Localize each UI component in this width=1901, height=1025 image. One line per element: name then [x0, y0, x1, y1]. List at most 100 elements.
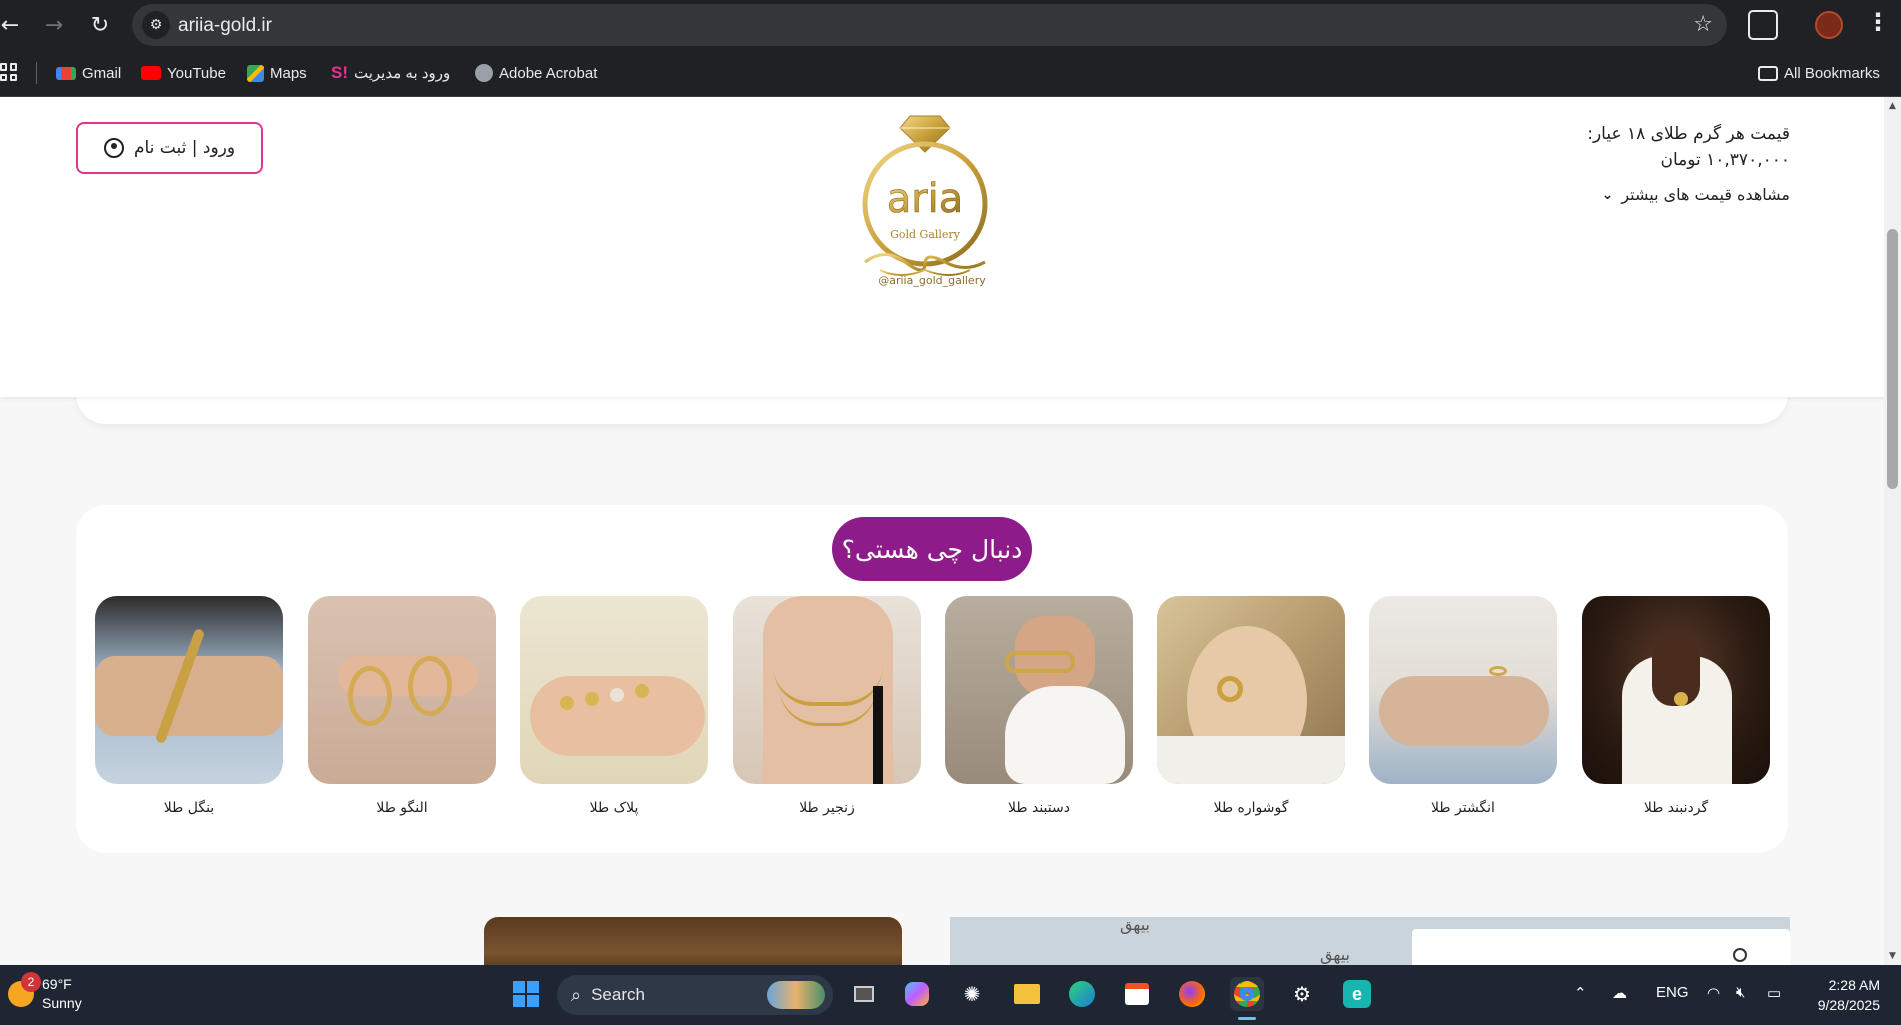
taskbar-search[interactable]: ⌕ Search: [557, 975, 833, 1015]
map-marker-icon[interactable]: [1733, 948, 1747, 962]
category-image[interactable]: [733, 596, 921, 784]
category-necklace[interactable]: گردنبند طلا: [1582, 596, 1770, 816]
site-info-icon[interactable]: ⚙: [142, 11, 170, 39]
store-map[interactable]: بیهق بیهق: [950, 917, 1790, 965]
category-label: بنگل طلا: [163, 800, 215, 816]
start-icon[interactable]: [509, 977, 543, 1011]
bookmarks-bar: Gmail YouTube Maps S! ورود به مدیریت Ado…: [0, 50, 1901, 97]
category-image[interactable]: [95, 596, 283, 784]
search-highlight-image: [767, 981, 825, 1009]
category-label: دستبند طلا: [1008, 800, 1070, 816]
category-ring[interactable]: انگشتر طلا: [1369, 596, 1557, 816]
browser-toolbar: ← → ↻ ⚙ ariia-gold.ir ☆ ⋮: [0, 0, 1901, 50]
clock-date: 9/28/2025: [1817, 997, 1880, 1013]
notification-badge: 2: [21, 972, 41, 992]
store-icon[interactable]: [1120, 977, 1154, 1011]
bookmark-maps[interactable]: Maps: [247, 62, 307, 84]
forward-icon[interactable]: →: [38, 9, 70, 41]
all-bookmarks-label: All Bookmarks: [1784, 64, 1880, 82]
wifi-icon[interactable]: ◠: [1707, 984, 1720, 1002]
bookmark-label: YouTube: [167, 64, 226, 82]
logo-handle: @ariia_gold_gallery: [878, 274, 986, 287]
category-image[interactable]: [1157, 596, 1345, 784]
edge-icon[interactable]: [1065, 977, 1099, 1011]
category-bangle[interactable]: النگو طلا: [308, 596, 496, 816]
all-bookmarks[interactable]: All Bookmarks: [1758, 62, 1880, 84]
category-label: النگو طلا: [376, 800, 428, 816]
extensions-icon[interactable]: [1748, 10, 1778, 40]
login-label: ورود | ثبت نام: [133, 138, 236, 158]
chevron-down-icon: ⌄: [1601, 186, 1614, 203]
store-photo: [484, 917, 902, 965]
category-bracelet[interactable]: دستبند طلا: [945, 596, 1133, 816]
clock-time: 2:28 AM: [1828, 977, 1880, 993]
clock[interactable]: 2:28 AM 9/28/2025: [1800, 975, 1880, 1015]
more-prices-label: مشاهده قیمت های بیشتر: [1621, 185, 1790, 204]
user-circle-icon: [103, 138, 124, 158]
map-label: بیهق: [1320, 945, 1350, 964]
login-register-button[interactable]: ورود | ثبت نام: [76, 122, 263, 174]
chrome-icon[interactable]: [1230, 977, 1264, 1011]
category-image[interactable]: [520, 596, 708, 784]
volume-muted-icon[interactable]: 🔇︎: [1736, 984, 1745, 1001]
site-logo[interactable]: aria Gold Gallery: [850, 112, 1000, 292]
bookmark-admin[interactable]: S! ورود به مدیریت: [331, 62, 450, 84]
site-admin-icon: S!: [331, 63, 348, 82]
folder-icon: [1758, 65, 1778, 81]
search-label: Search: [591, 985, 645, 1004]
scroll-down-icon[interactable]: ▼: [1887, 951, 1898, 961]
svg-text:aria: aria: [887, 176, 964, 222]
bookmark-acrobat[interactable]: Adobe Acrobat: [475, 62, 597, 84]
map-search-card[interactable]: [1412, 929, 1790, 965]
map-label: بیهق: [1120, 917, 1150, 934]
category-image[interactable]: [1582, 596, 1770, 784]
bookmarks-divider: [36, 62, 37, 84]
maps-icon: [247, 64, 264, 82]
bookmark-youtube[interactable]: YouTube: [141, 62, 226, 84]
task-view-icon[interactable]: [847, 977, 881, 1011]
windows-taskbar: 2 69°F Sunny ⌕ Search ✺ ⚙ e ⌃ ☁ ENG ◠ 🔇︎…: [0, 965, 1901, 1025]
page-viewport: ورود | ثبت نام aria Gold Gallery @ariia_…: [0, 97, 1884, 965]
battery-icon[interactable]: ▭: [1767, 984, 1781, 1002]
category-image[interactable]: [308, 596, 496, 784]
more-prices-toggle[interactable]: مشاهده قیمت های بیشتر ⌄: [1430, 185, 1790, 204]
settings-icon[interactable]: ⚙: [1285, 977, 1319, 1011]
category-label: زنجیر طلا: [799, 800, 855, 816]
gold-price-value: ۱۰,۳۷۰,۰۰۰ تومان: [1660, 150, 1790, 170]
reload-icon[interactable]: ↻: [84, 9, 116, 41]
firefox-icon[interactable]: [1175, 977, 1209, 1011]
chevron-up-icon[interactable]: ⌃: [1574, 984, 1587, 1002]
category-pendant[interactable]: پلاک طلا: [520, 596, 708, 816]
category-label: گردنبند طلا: [1643, 800, 1709, 816]
address-bar[interactable]: ⚙ ariia-gold.ir ☆: [132, 4, 1727, 46]
bookmark-label: Maps: [270, 64, 307, 82]
bookmark-star-icon[interactable]: ☆: [1693, 12, 1713, 37]
back-icon[interactable]: ←: [0, 9, 26, 41]
profile-avatar[interactable]: [1815, 11, 1843, 39]
category-cuff[interactable]: بنگل طلا: [95, 596, 283, 816]
weather-temp: 69°F: [42, 976, 72, 992]
category-chain[interactable]: زنجیر طلا: [733, 596, 921, 816]
file-explorer-icon[interactable]: [1010, 977, 1044, 1011]
apps-grid-icon[interactable]: [0, 63, 18, 81]
sun-icon: 2: [8, 972, 41, 1007]
category-label: پلاک طلا: [589, 800, 639, 816]
active-app-indicator: [1238, 1017, 1256, 1020]
page-scrollbar[interactable]: ▲ ▼: [1884, 97, 1901, 965]
bookmark-gmail[interactable]: Gmail: [56, 62, 121, 84]
scroll-up-icon[interactable]: ▲: [1887, 101, 1898, 111]
search-icon: ⌕: [571, 984, 582, 1005]
category-image[interactable]: [1369, 596, 1557, 784]
app-e-icon[interactable]: e: [1340, 977, 1374, 1011]
bookmark-label: ورود به مدیریت: [354, 65, 451, 82]
chatgpt-icon[interactable]: ✺: [955, 977, 989, 1011]
copilot-icon[interactable]: [900, 977, 934, 1011]
onedrive-icon[interactable]: ☁: [1612, 984, 1627, 1002]
weather-widget[interactable]: 2 69°F Sunny: [8, 972, 82, 1013]
category-earring[interactable]: گوشواره طلا: [1157, 596, 1345, 816]
language-indicator[interactable]: ENG: [1656, 984, 1689, 1001]
category-image[interactable]: [945, 596, 1133, 784]
scroll-thumb[interactable]: [1887, 229, 1898, 489]
url-text[interactable]: ariia-gold.ir: [178, 15, 272, 37]
menu-icon[interactable]: ⋮: [1866, 8, 1890, 36]
